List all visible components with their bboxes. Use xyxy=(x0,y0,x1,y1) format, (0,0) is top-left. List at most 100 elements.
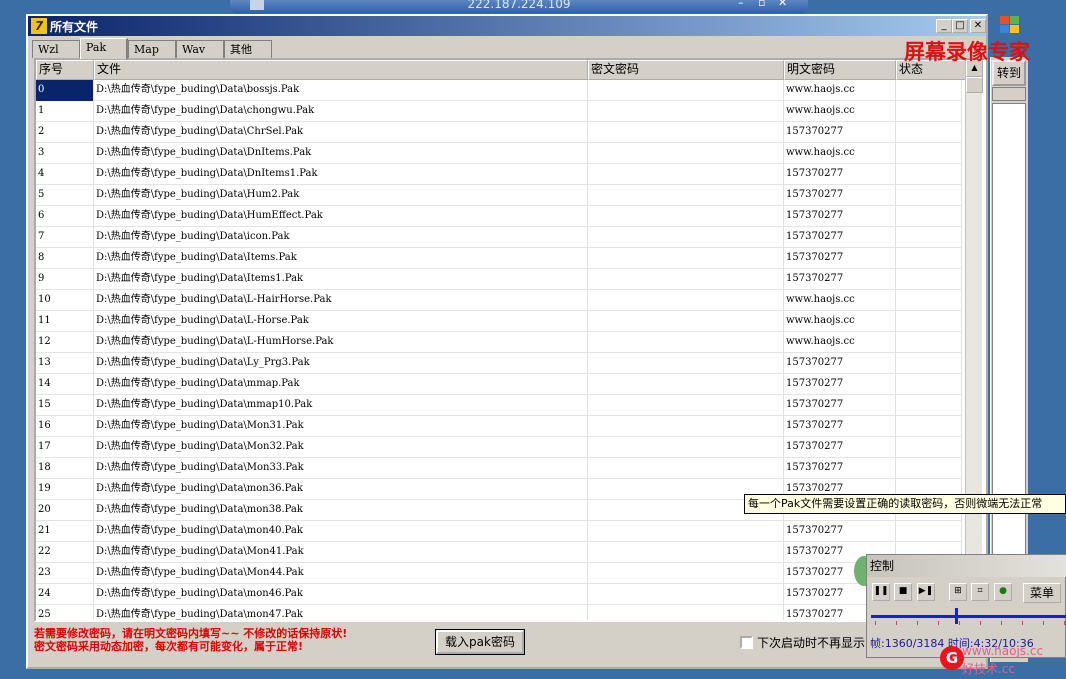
table-row[interactable]: 21 D:\热血传奇\fype_buding\Data\mon40.Pak 1573… xyxy=(36,521,962,542)
table-row[interactable]: 1 D:\热血传奇\fype_buding\Data\chongwu.Pak www… xyxy=(36,101,962,122)
cell-file: D:\热血传奇\fype_buding\Data\Hum2.Pak xyxy=(94,185,588,206)
cell-file: D:\热血传奇\fype_buding\Data\mon38.Pak xyxy=(94,500,588,521)
remote-session-bar: 222.187.224.109 – ▫ ✕ xyxy=(230,0,808,14)
cell-status xyxy=(896,269,962,290)
title-bar[interactable]: 7 所有文件 _ □ ✕ xyxy=(28,16,986,36)
table-row[interactable]: 23 D:\热血传奇\fype_buding\Data\Mon44.Pak 1573… xyxy=(36,563,962,584)
table-row[interactable]: 14 D:\热血传奇\fype_buding\Data\mmap.Pak 15737… xyxy=(36,374,962,395)
cell-status xyxy=(896,458,962,479)
record-icon[interactable]: ● xyxy=(994,583,1012,601)
cell-file: D:\热血传奇\fype_buding\Data\L-HairHorse.Pak xyxy=(94,290,588,311)
restore-icon[interactable]: ▫ xyxy=(758,0,765,9)
tab-wzl[interactable]: Wzl xyxy=(32,40,80,58)
menu-button[interactable]: 菜单 xyxy=(1023,583,1061,603)
column-header-file[interactable]: 文件 xyxy=(94,60,588,80)
maximize-button[interactable]: □ xyxy=(952,19,968,33)
table-row[interactable]: 9 D:\热血传奇\fype_buding\Data\Items1.Pak 1573… xyxy=(36,269,962,290)
table-row[interactable]: 7 D:\热血传奇\fype_buding\Data\icon.Pak 157370… xyxy=(36,227,962,248)
cell-status xyxy=(896,521,962,542)
cell-index: 7 xyxy=(36,227,94,248)
cell-index: 1 xyxy=(36,101,94,122)
cell-file: D:\热血传奇\fype_buding\Data\mmap10.Pak xyxy=(94,395,588,416)
cell-file: D:\热血传奇\fype_buding\Data\Ly_Prg3.Pak xyxy=(94,353,588,374)
notice-line-1: 若需要修改密码，请在明文密码内填写~~ 不修改的话保持原状! xyxy=(34,627,348,640)
fullscreen-icon[interactable]: ⌗ xyxy=(971,583,989,601)
playback-progress-track[interactable] xyxy=(871,615,1066,618)
tab-pak[interactable]: Pak xyxy=(80,38,128,59)
tab-other[interactable]: 其他 xyxy=(224,40,272,58)
stop-icon[interactable]: ■ xyxy=(894,583,912,601)
table-row[interactable]: 25 D:\热血传奇\fype_buding\Data\mon47.Pak 1573… xyxy=(36,605,962,620)
cell-cipher xyxy=(588,584,784,605)
dont-show-again-checkbox[interactable]: 下次启动时不再显示 xyxy=(740,634,865,651)
cell-index: 9 xyxy=(36,269,94,290)
cell-plain: 157370277 xyxy=(784,164,896,185)
cell-file: D:\热血传奇\fype_buding\Data\L-Horse.Pak xyxy=(94,311,588,332)
cell-file: D:\热血传奇\fype_buding\Data\mon40.Pak xyxy=(94,521,588,542)
minimize-button[interactable]: _ xyxy=(936,19,952,33)
fast-forward-icon[interactable]: ▶❚ xyxy=(917,583,935,601)
table-row[interactable]: 5 D:\热血传奇\fype_buding\Data\Hum2.Pak 157370… xyxy=(36,185,962,206)
table-row[interactable]: 24 D:\热血传奇\fype_buding\Data\mon46.Pak 1573… xyxy=(36,584,962,605)
cell-file: D:\热血传奇\fype_buding\Data\HumEffect.Pak xyxy=(94,206,588,227)
cell-index: 25 xyxy=(36,605,94,620)
tab-wav[interactable]: Wav xyxy=(176,40,224,58)
table-row[interactable]: 6 D:\热血传奇\fype_buding\Data\HumEffect.Pak 1… xyxy=(36,206,962,227)
cell-index: 24 xyxy=(36,584,94,605)
table-row[interactable]: 15 D:\热血传奇\fype_buding\Data\mmap10.Pak 157… xyxy=(36,395,962,416)
window-title: 所有文件 xyxy=(50,20,99,34)
cell-status xyxy=(896,311,962,332)
playback-progress-handle[interactable] xyxy=(954,608,958,624)
checkbox-box[interactable] xyxy=(740,636,753,649)
table-row[interactable]: 13 D:\热血传奇\fype_buding\Data\Ly_Prg3.Pak 15… xyxy=(36,353,962,374)
cell-cipher xyxy=(588,185,784,206)
table-row[interactable]: 3 D:\热血传奇\fype_buding\Data\DnItems.Pak www… xyxy=(36,143,962,164)
cell-file: D:\热血传奇\fype_buding\Data\Mon31.Pak xyxy=(94,416,588,437)
table-row[interactable]: 4 D:\热血传奇\fype_buding\Data\DnItems1.Pak 15… xyxy=(36,164,962,185)
cell-index: 15 xyxy=(36,395,94,416)
cell-plain: 157370277 xyxy=(784,206,896,227)
minimize-icon[interactable]: – xyxy=(738,0,744,9)
close-icon[interactable]: ✕ xyxy=(778,0,787,9)
table-row[interactable]: 0 D:\热血传奇\fype_buding\Data\bossjs.Pak www.… xyxy=(36,80,962,101)
table-row[interactable]: 22 D:\热血传奇\fype_buding\Data\Mon41.Pak 1573… xyxy=(36,542,962,563)
progress-tick xyxy=(980,621,981,625)
file-list[interactable]: 序号 文件 密文密码 明文密码 状态 0 D:\热血传奇\fype_buding\… xyxy=(34,58,986,622)
fit-window-icon[interactable]: ⊞ xyxy=(949,583,967,601)
cell-index: 8 xyxy=(36,248,94,269)
cell-file: D:\热血传奇\fype_buding\Data\DnItems.Pak xyxy=(94,143,588,164)
load-pak-password-button[interactable]: 载入pak密码 xyxy=(435,629,525,655)
cell-file: D:\热血传奇\fype_buding\Data\mon46.Pak xyxy=(94,584,588,605)
cell-index: 21 xyxy=(36,521,94,542)
cell-cipher xyxy=(588,416,784,437)
cell-index: 20 xyxy=(36,500,94,521)
table-row[interactable]: 18 D:\热血传奇\fype_buding\Data\Mon33.Pak 1573… xyxy=(36,458,962,479)
tab-map[interactable]: Map xyxy=(128,40,176,58)
cell-file: D:\热血传奇\fype_buding\Data\mon47.Pak xyxy=(94,605,588,620)
cell-index: 5 xyxy=(36,185,94,206)
cell-cipher xyxy=(588,101,784,122)
vertical-scrollbar[interactable]: ▲ xyxy=(965,60,983,620)
notice-text: 若需要修改密码，请在明文密码内填写~~ 不修改的话保持原状! 密文密码采用动态加… xyxy=(34,627,347,653)
column-header-cipher[interactable]: 密文密码 xyxy=(588,60,784,80)
table-row[interactable]: 12 D:\热血传奇\fype_buding\Data\L-HumHorse.Pa… xyxy=(36,332,962,353)
table-row[interactable]: 16 D:\热血传奇\fype_buding\Data\Mon31.Pak 1573… xyxy=(36,416,962,437)
table-row[interactable]: 2 D:\热血传奇\fype_buding\Data\ChrSel.Pak 1573… xyxy=(36,122,962,143)
column-header-index[interactable]: 序号 xyxy=(36,60,94,80)
cell-file: D:\热血传奇\fype_buding\Data\Mon44.Pak xyxy=(94,563,588,584)
scroll-thumb[interactable] xyxy=(966,77,983,93)
cell-file: D:\热血传奇\fype_buding\Data\L-HumHorse.Pak xyxy=(94,332,588,353)
table-row[interactable]: 8 D:\热血传奇\fype_buding\Data\Items.Pak 15737… xyxy=(36,248,962,269)
table-row[interactable]: 17 D:\热血传奇\fype_buding\Data\Mon32.Pak 1573… xyxy=(36,437,962,458)
cell-index: 2 xyxy=(36,122,94,143)
recorder-control-panel: 控制 ❚❚ ■ ▶❚ ⊞ ⌗ ● 菜单 帧:1360/3184 时间:4:32/… xyxy=(866,554,1066,658)
cell-status xyxy=(896,248,962,269)
table-row[interactable]: 10 D:\热血传奇\fype_buding\Data\L-HairHorse.P… xyxy=(36,290,962,311)
cell-file: D:\热血传奇\fype_buding\Data\chongwu.Pak xyxy=(94,101,588,122)
pause-icon[interactable]: ❚❚ xyxy=(872,583,890,601)
column-header-plain[interactable]: 明文密码 xyxy=(784,60,896,80)
cell-cipher xyxy=(588,332,784,353)
close-button[interactable]: ✕ xyxy=(970,19,986,33)
table-row[interactable]: 11 D:\热血传奇\fype_buding\Data\L-Horse.Pak ww… xyxy=(36,311,962,332)
cell-plain: 157370277 xyxy=(784,416,896,437)
